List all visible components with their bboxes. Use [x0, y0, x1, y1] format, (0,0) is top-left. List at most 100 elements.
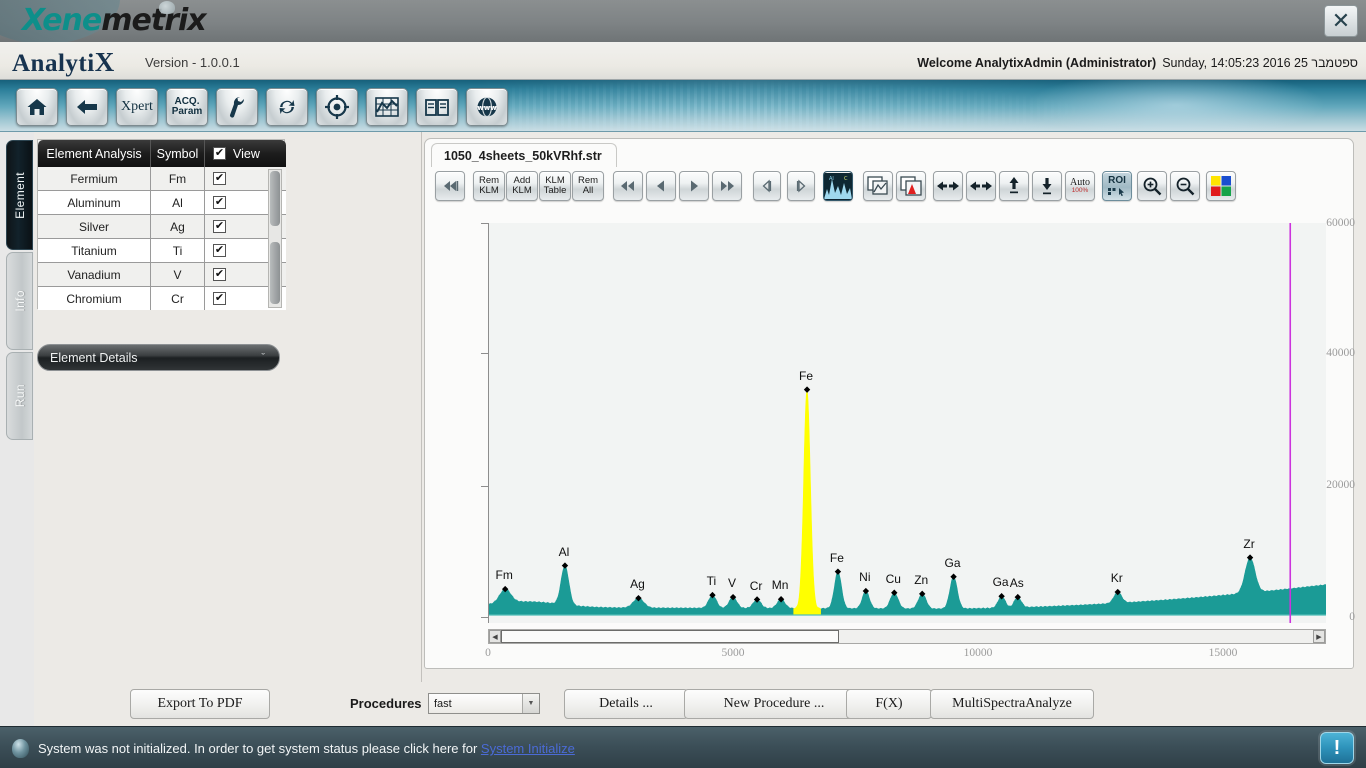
zoom-in-button[interactable]: [1137, 171, 1167, 201]
right-panel: 1050_4sheets_50kVRhf.str Rem KLM Add KLM…: [422, 132, 1366, 682]
auto-scale-button[interactable]: Auto 100%: [1065, 171, 1095, 201]
peak-marker: [950, 573, 957, 580]
skip-back-button[interactable]: [613, 171, 643, 201]
toolbar-decor-glow: [1026, 80, 1326, 131]
roi-button[interactable]: ROI: [1102, 171, 1132, 201]
sidebar-item-element[interactable]: Element: [6, 140, 33, 250]
expand-x-button[interactable]: [933, 171, 963, 201]
add-klm-button[interactable]: Add KLM: [506, 171, 538, 201]
close-window-button[interactable]: ✕: [1324, 5, 1358, 37]
spectrum-file-tab[interactable]: 1050_4sheets_50kVRhf.str: [431, 143, 617, 167]
scroll-right-arrow-icon[interactable]: ▶: [1313, 630, 1325, 643]
procedures-label: Procedures: [350, 696, 422, 711]
klm-table-button[interactable]: KLM Table: [539, 171, 571, 201]
sidebar-item-info[interactable]: Info: [6, 252, 33, 350]
alert-button[interactable]: !: [1320, 732, 1354, 764]
overlay-image-button[interactable]: [863, 171, 893, 201]
peak-label: Cr: [749, 578, 763, 593]
details-button[interactable]: Details ...: [564, 689, 688, 719]
scrollbar-thumb[interactable]: [501, 630, 839, 643]
left-panel: Element Analysis Symbol ✔ View Fermium F…: [34, 132, 422, 682]
acq-param-icon[interactable]: ACQ. Param: [166, 88, 208, 126]
fx-button[interactable]: F(X): [846, 689, 932, 719]
peak-label: Mn: [771, 578, 789, 593]
multispectra-analyze-button[interactable]: MultiSpectraAnalyze: [930, 689, 1094, 719]
scroll-left-arrow-icon[interactable]: ◀: [489, 630, 501, 643]
element-table-header: Element Analysis Symbol ✔ View: [38, 140, 286, 167]
export-to-pdf-button[interactable]: Export To PDF: [130, 689, 270, 719]
peak-label: Fm: [495, 568, 513, 583]
system-initialize-link[interactable]: System Initialize: [481, 741, 575, 756]
version-label: Version - 1.0.0.1: [145, 55, 240, 70]
skip-forward-button[interactable]: [712, 171, 742, 201]
table-row[interactable]: Silver Ag ✔: [38, 215, 286, 239]
info-bulb-icon: [12, 739, 29, 758]
expand-y-button[interactable]: [999, 171, 1029, 201]
scrollbar-thumb-lower[interactable]: [270, 242, 280, 304]
sidebar-item-run[interactable]: Run: [6, 352, 33, 440]
procedure-select[interactable]: fast ▼: [428, 693, 540, 714]
peak-marker: [803, 386, 811, 393]
refresh-icon[interactable]: [266, 88, 308, 126]
scrollbar-thumb-upper[interactable]: [270, 171, 280, 226]
peak-marker: [834, 568, 842, 575]
rem-klm-line2: KLM: [479, 185, 499, 196]
prev-marker-button[interactable]: [753, 171, 781, 201]
title-bar: Xenemetrix ✕: [0, 0, 1366, 42]
status-message-text: System was not initialized. In order to …: [38, 741, 481, 756]
row-view-checkbox[interactable]: ✔: [213, 196, 226, 209]
back-arrow-icon[interactable]: [66, 88, 108, 126]
product-title: AnalytiX: [12, 47, 115, 77]
new-procedure-button[interactable]: New Procedure ...: [684, 689, 864, 719]
select-all-checkbox[interactable]: ✔: [213, 147, 226, 160]
row-view-checkbox[interactable]: ✔: [213, 292, 226, 305]
shrink-y-button[interactable]: [1032, 171, 1062, 201]
table-row[interactable]: Chromium Cr ✔: [38, 287, 286, 310]
table-row[interactable]: Vanadium V ✔: [38, 263, 286, 287]
element-details-panel-toggle[interactable]: Element Details ˇ: [37, 344, 280, 371]
web-icon[interactable]: www: [466, 88, 508, 126]
peak-label: As: [1009, 576, 1024, 591]
row-view-checkbox[interactable]: ✔: [213, 244, 226, 257]
element-table-scrollbar[interactable]: [268, 169, 282, 308]
row-view-checkbox[interactable]: ✔: [213, 172, 226, 185]
chevron-down-icon[interactable]: ▼: [522, 694, 539, 713]
home-icon[interactable]: [16, 88, 58, 126]
shrink-x-button[interactable]: [966, 171, 996, 201]
cell-element-symbol: Cr: [151, 287, 205, 310]
target-icon[interactable]: [316, 88, 358, 126]
plot-horizontal-scrollbar[interactable]: ◀ ▶: [488, 629, 1326, 644]
zoom-out-button[interactable]: [1170, 171, 1200, 201]
cell-element-name: Titanium: [38, 239, 151, 262]
wrench-icon[interactable]: [216, 88, 258, 126]
element-analysis-table: Element Analysis Symbol ✔ View Fermium F…: [37, 139, 286, 310]
spectrum-view-button[interactable]: Al C: [823, 171, 853, 201]
peak-label: Fe: [829, 550, 844, 565]
peak-color-button[interactable]: [896, 171, 926, 201]
row-view-checkbox[interactable]: ✔: [213, 268, 226, 281]
rem-klm-button[interactable]: Rem KLM: [473, 171, 505, 201]
element-table-body: Fermium Fm ✔ Aluminum Al ✔ Silver Ag ✔ T…: [38, 167, 286, 310]
step-back-button[interactable]: [646, 171, 676, 201]
palette-button[interactable]: [1206, 171, 1236, 201]
xpert-icon[interactable]: Xpert: [116, 88, 158, 126]
peak-label: Fe: [799, 368, 814, 383]
rem-all-button[interactable]: Rem All: [572, 171, 604, 201]
spectrum-plot: 60000 40000 20000 0 Fm Al Ag Ti V Cr Mn …: [425, 211, 1355, 666]
step-forward-button[interactable]: [679, 171, 709, 201]
next-marker-button[interactable]: [787, 171, 815, 201]
toolbar-decor-stripes: [470, 80, 1090, 131]
table-row[interactable]: Titanium Ti ✔: [38, 239, 286, 263]
peak-label: Ga: [992, 575, 1009, 590]
book-icon[interactable]: [416, 88, 458, 126]
row-view-checkbox[interactable]: ✔: [213, 220, 226, 233]
cell-element-name: Silver: [38, 215, 151, 238]
table-row[interactable]: Fermium Fm ✔: [38, 167, 286, 191]
main-toolbar: Xpert ACQ. Param www: [0, 80, 1366, 132]
plot-canvas[interactable]: [488, 223, 1326, 623]
first-klm-button[interactable]: [435, 171, 465, 201]
sidebar-item-run-label: Run: [12, 384, 27, 408]
chart-icon[interactable]: [366, 88, 408, 126]
peak-label: Zr: [1243, 536, 1255, 551]
table-row[interactable]: Aluminum Al ✔: [38, 191, 286, 215]
